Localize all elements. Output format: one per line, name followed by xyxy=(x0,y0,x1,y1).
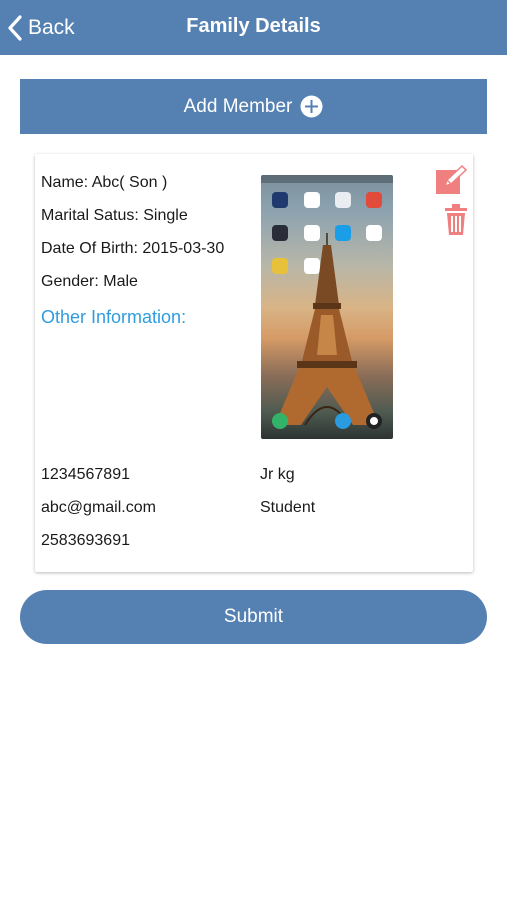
submit-button[interactable]: Submit xyxy=(20,590,487,644)
member-marital-status: Marital Satus: Single xyxy=(41,207,188,224)
plus-circle-icon xyxy=(300,95,323,118)
member-card: Name: Abc( Son ) Marital Satus: Single D… xyxy=(35,154,473,572)
submit-label: Submit xyxy=(223,606,284,627)
camera-app-icon xyxy=(366,413,382,429)
message-app-icon xyxy=(335,413,351,429)
eiffel-tower-icon xyxy=(275,233,379,426)
member-phone: 1234567891 xyxy=(41,466,130,483)
phone-app-icon xyxy=(272,413,288,429)
member-gender: Gender: Male xyxy=(41,273,138,290)
edit-icon[interactable] xyxy=(435,164,468,194)
add-member-button[interactable]: Add Member xyxy=(20,79,487,134)
page-title: Family Details xyxy=(186,15,321,37)
member-alt-number: 2583693691 xyxy=(41,532,130,549)
navigation-bar: Back Family Details xyxy=(0,0,507,55)
other-information-heading: Other Information: xyxy=(41,307,187,327)
member-class: Jr kg xyxy=(260,466,295,483)
add-member-label: Add Member xyxy=(183,95,293,117)
member-photo xyxy=(261,175,393,439)
member-date-of-birth: Date Of Birth: 2015-03-30 xyxy=(41,240,225,257)
member-name: Name: Abc( Son ) xyxy=(41,174,168,191)
member-email: abc@gmail.com xyxy=(41,499,156,516)
member-occupation: Student xyxy=(260,499,316,516)
trash-icon[interactable] xyxy=(444,204,468,236)
